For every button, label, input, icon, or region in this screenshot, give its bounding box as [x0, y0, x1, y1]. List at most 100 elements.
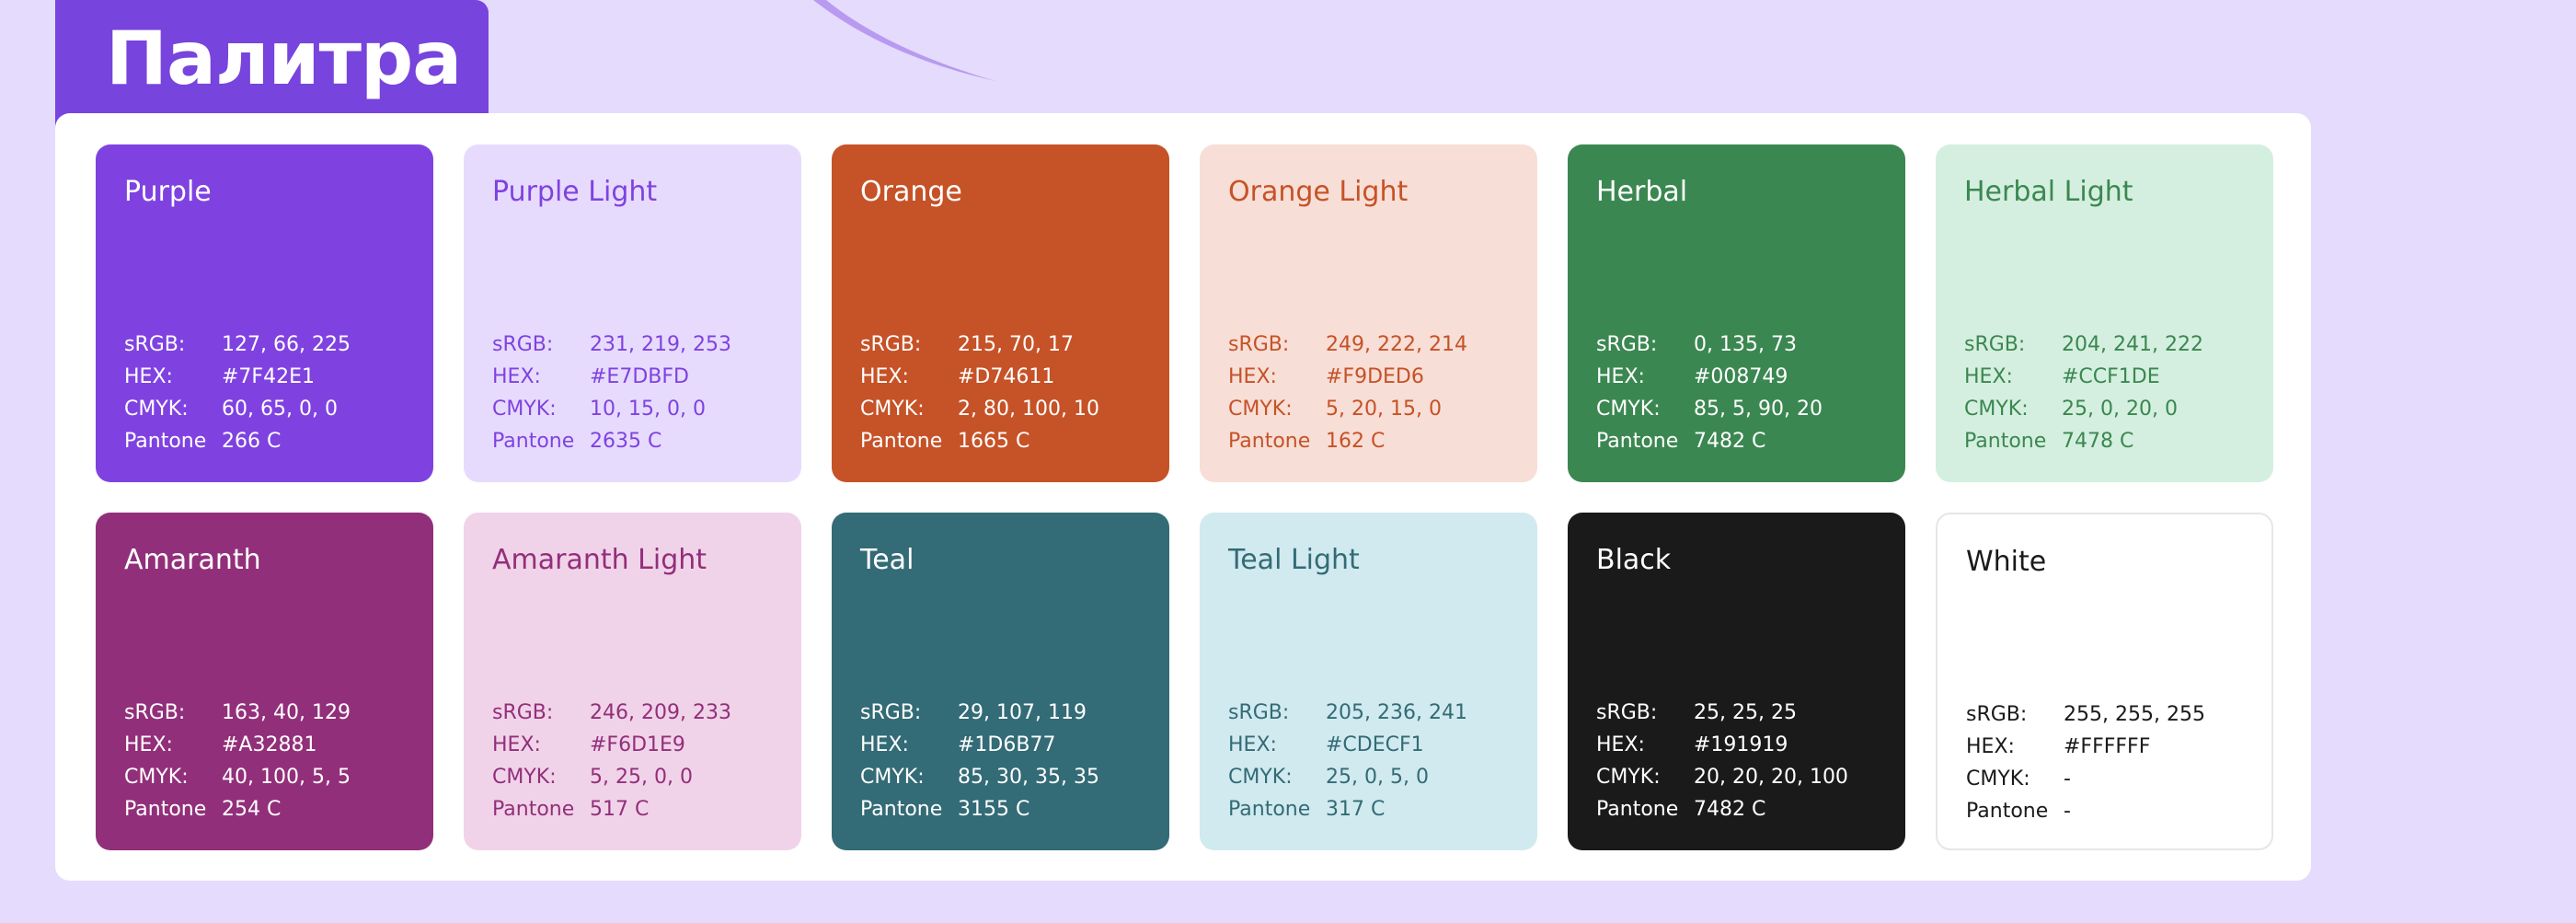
- spec-label: HEX:: [1966, 735, 2015, 758]
- spec-row: Pantone 317 C: [1228, 793, 1467, 825]
- spec-value: #008749: [1694, 365, 1788, 388]
- spec-label: HEX:: [1596, 733, 1645, 756]
- color-name: Amaranth Light: [492, 544, 707, 576]
- spec-row: CMYK: 40, 100, 5, 5: [124, 761, 351, 793]
- spec-row: CMYK: 60, 65, 0, 0: [124, 393, 351, 425]
- spec-label: sRGB:: [1964, 333, 2026, 356]
- spec-label: HEX:: [1964, 365, 2013, 388]
- spec-label: sRGB:: [492, 701, 554, 724]
- spec-value: 254 C: [222, 798, 282, 821]
- spec-row: HEX: #A32881: [124, 729, 351, 761]
- spec-label: sRGB:: [124, 701, 186, 724]
- spec-row: Pantone 3155 C: [860, 793, 1099, 825]
- spec-row: sRGB: 255, 255, 255: [1966, 698, 2205, 731]
- spec-row: HEX: #E7DBFD: [492, 361, 731, 393]
- spec-row: sRGB: 249, 222, 214: [1228, 329, 1467, 361]
- color-specs: sRGB: 255, 255, 255 HEX: #FFFFFF CMYK: -…: [1966, 698, 2205, 827]
- spec-row: HEX: #F6D1E9: [492, 729, 731, 761]
- spec-row: HEX: #1D6B77: [860, 729, 1099, 761]
- spec-row: Pantone 7482 C: [1596, 793, 1848, 825]
- spec-value: 255, 255, 255: [2064, 703, 2205, 726]
- spec-value: 29, 107, 119: [958, 701, 1087, 724]
- spec-label: Pantone: [1228, 430, 1311, 453]
- spec-value: #191919: [1694, 733, 1788, 756]
- spec-value: #E7DBFD: [590, 365, 689, 388]
- spec-row: sRGB: 215, 70, 17: [860, 329, 1099, 361]
- spec-value: 25, 25, 25: [1694, 701, 1797, 724]
- spec-label: CMYK:: [1964, 398, 2029, 421]
- spec-label: Pantone: [1596, 430, 1679, 453]
- spec-value: 317 C: [1326, 798, 1386, 821]
- spec-value: 162 C: [1326, 430, 1386, 453]
- spec-row: Pantone 162 C: [1228, 425, 1467, 457]
- spec-row: Pantone 7478 C: [1964, 425, 2203, 457]
- spec-label: CMYK:: [860, 766, 925, 789]
- spec-label: Pantone: [860, 430, 943, 453]
- color-specs: sRGB: 29, 107, 119 HEX: #1D6B77 CMYK: 85…: [860, 697, 1099, 825]
- spec-row: CMYK: 5, 20, 15, 0: [1228, 393, 1467, 425]
- spec-value: 10, 15, 0, 0: [590, 398, 706, 421]
- spec-row: sRGB: 0, 135, 73: [1596, 329, 1823, 361]
- spec-row: CMYK: 85, 5, 90, 20: [1596, 393, 1823, 425]
- color-card-orange: Orange sRGB: 215, 70, 17 HEX: #D74611 CM…: [832, 144, 1169, 482]
- spec-value: 20, 20, 20, 100: [1694, 766, 1848, 789]
- spec-row: Pantone 266 C: [124, 425, 351, 457]
- color-name: Amaranth: [124, 544, 261, 576]
- spec-label: HEX:: [860, 733, 909, 756]
- spec-row: Pantone 7482 C: [1596, 425, 1823, 457]
- spec-row: CMYK: 10, 15, 0, 0: [492, 393, 731, 425]
- spec-value: 517 C: [590, 798, 650, 821]
- palette-grid: Purple sRGB: 127, 66, 225 HEX: #7F42E1 C…: [96, 144, 2273, 850]
- spec-row: HEX: #FFFFFF: [1966, 731, 2205, 763]
- spec-label: sRGB:: [124, 333, 186, 356]
- spec-label: HEX:: [124, 733, 173, 756]
- spec-label: Pantone: [1228, 798, 1311, 821]
- spec-value: 127, 66, 225: [222, 333, 351, 356]
- spec-label: CMYK:: [1596, 398, 1661, 421]
- spec-label: sRGB:: [1228, 701, 1290, 724]
- spec-row: CMYK: 25, 0, 5, 0: [1228, 761, 1467, 793]
- color-card-amaranth: Amaranth sRGB: 163, 40, 129 HEX: #A32881…: [96, 513, 433, 850]
- spec-row: HEX: #008749: [1596, 361, 1823, 393]
- spec-label: HEX:: [124, 365, 173, 388]
- spec-value: 60, 65, 0, 0: [222, 398, 338, 421]
- title-tab: Палитра: [55, 0, 489, 129]
- color-card-orange-light: Orange Light sRGB: 249, 222, 214 HEX: #F…: [1200, 144, 1537, 482]
- color-specs: sRGB: 163, 40, 129 HEX: #A32881 CMYK: 40…: [124, 697, 351, 825]
- color-card-white: White sRGB: 255, 255, 255 HEX: #FFFFFF C…: [1936, 513, 2273, 850]
- spec-value: #F6D1E9: [590, 733, 685, 756]
- color-specs: sRGB: 249, 222, 214 HEX: #F9DED6 CMYK: 5…: [1228, 329, 1467, 457]
- color-specs: sRGB: 231, 219, 253 HEX: #E7DBFD CMYK: 1…: [492, 329, 731, 457]
- spec-value: 3155 C: [958, 798, 1030, 821]
- color-card-teal-light: Teal Light sRGB: 205, 236, 241 HEX: #CDE…: [1200, 513, 1537, 850]
- spec-row: HEX: #D74611: [860, 361, 1099, 393]
- color-name: Orange: [860, 176, 962, 208]
- spec-value: #1D6B77: [958, 733, 1056, 756]
- color-name: Herbal Light: [1964, 176, 2133, 208]
- spec-value: #FFFFFF: [2064, 735, 2151, 758]
- color-card-herbal-light: Herbal Light sRGB: 204, 241, 222 HEX: #C…: [1936, 144, 2273, 482]
- spec-value: 85, 30, 35, 35: [958, 766, 1099, 789]
- palette-panel: Purple sRGB: 127, 66, 225 HEX: #7F42E1 C…: [55, 113, 2311, 881]
- spec-value: -: [2064, 767, 2071, 790]
- spec-label: Pantone: [492, 798, 575, 821]
- spec-label: Pantone: [124, 798, 207, 821]
- spec-value: 246, 209, 233: [590, 701, 731, 724]
- color-specs: sRGB: 246, 209, 233 HEX: #F6D1E9 CMYK: 5…: [492, 697, 731, 825]
- color-specs: sRGB: 25, 25, 25 HEX: #191919 CMYK: 20, …: [1596, 697, 1848, 825]
- spec-value: 205, 236, 241: [1326, 701, 1467, 724]
- spec-label: HEX:: [860, 365, 909, 388]
- color-card-purple-light: Purple Light sRGB: 231, 219, 253 HEX: #E…: [464, 144, 801, 482]
- spec-value: 215, 70, 17: [958, 333, 1074, 356]
- spec-label: HEX:: [1596, 365, 1645, 388]
- spec-value: 25, 0, 5, 0: [1326, 766, 1429, 789]
- spec-row: sRGB: 205, 236, 241: [1228, 697, 1467, 729]
- color-specs: sRGB: 0, 135, 73 HEX: #008749 CMYK: 85, …: [1596, 329, 1823, 457]
- spec-label: CMYK:: [124, 766, 189, 789]
- color-name: Purple Light: [492, 176, 658, 208]
- color-specs: sRGB: 215, 70, 17 HEX: #D74611 CMYK: 2, …: [860, 329, 1099, 457]
- spec-label: CMYK:: [124, 398, 189, 421]
- spec-value: 249, 222, 214: [1326, 333, 1467, 356]
- spec-row: sRGB: 127, 66, 225: [124, 329, 351, 361]
- spec-row: HEX: #7F42E1: [124, 361, 351, 393]
